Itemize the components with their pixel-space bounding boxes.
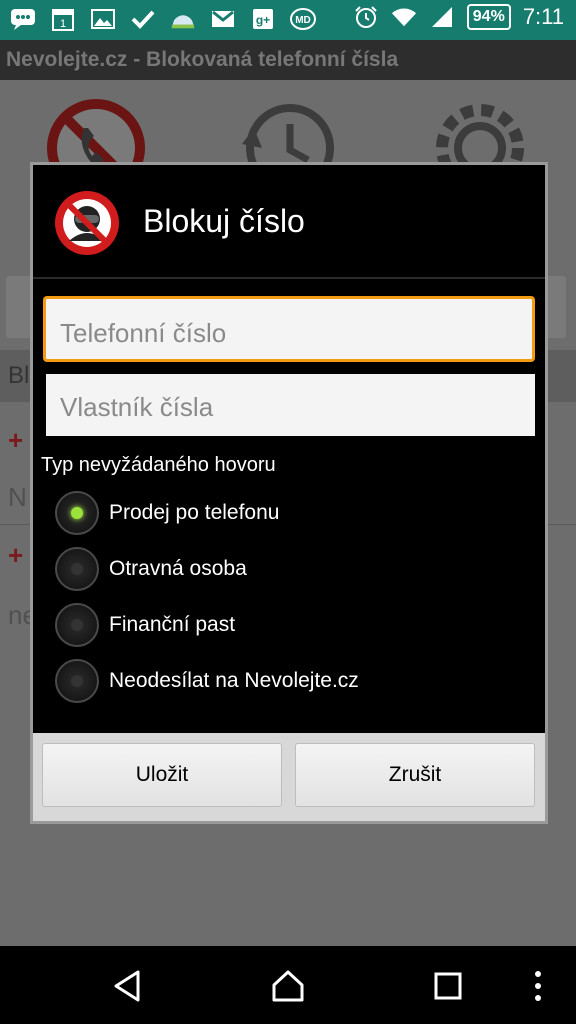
status-bar: 1 g+ MD 94% 7:11: [0, 0, 576, 40]
app-bar: Nevolejte.cz - Blokovaná telefonní čísla: [0, 40, 576, 80]
app-title: Nevolejte.cz - Blokovaná telefonní čísla: [6, 48, 399, 71]
google-plus-icon: g+: [250, 6, 276, 32]
chat-icon: [10, 6, 36, 32]
signal-icon: [429, 4, 455, 30]
radio-option-annoying-person[interactable]: Otravná osoba: [55, 543, 247, 595]
radio-label: Otravná osoba: [109, 557, 247, 580]
check-icon: [130, 6, 156, 32]
recent-apps-icon[interactable]: [430, 968, 466, 1004]
alarm-icon: [353, 4, 379, 30]
owner-input[interactable]: Vlastník čísla: [46, 374, 535, 436]
home-icon[interactable]: [270, 968, 306, 1004]
radio-button[interactable]: [55, 491, 99, 535]
image-icon: [90, 6, 116, 32]
radio-label: Neodesílat na Nevolejte.cz: [109, 669, 359, 692]
weather-icon: [170, 6, 196, 32]
wifi-icon: [391, 4, 417, 30]
back-icon[interactable]: [110, 968, 146, 1004]
owner-placeholder: Vlastník čísla: [60, 392, 214, 422]
app-logo-icon: [53, 189, 121, 257]
mydroid-icon: MD: [290, 6, 316, 32]
radio-button[interactable]: [55, 603, 99, 647]
cancel-button[interactable]: Zrušit: [295, 743, 535, 807]
calendar-icon: 1: [50, 6, 76, 32]
svg-text:1: 1: [60, 18, 66, 30]
dialog-header: Blokuj číslo: [33, 165, 545, 277]
save-button[interactable]: Uložit: [42, 743, 282, 807]
radio-option-do-not-send[interactable]: Neodesílat na Nevolejte.cz: [55, 655, 359, 707]
call-type-label: Typ nevyžádaného hovoru: [41, 454, 276, 476]
svg-text:g+: g+: [256, 13, 270, 27]
dialog-title: Blokuj číslo: [143, 203, 305, 239]
radio-button[interactable]: [55, 547, 99, 591]
radio-label: Prodej po telefonu: [109, 501, 280, 524]
navigation-bar: [0, 946, 576, 1024]
gmail-icon: [210, 6, 236, 32]
radio-option-financial-trap[interactable]: Finanční past: [55, 599, 235, 651]
clock: 7:11: [522, 4, 564, 29]
dialog-footer: Uložit Zrušit: [33, 733, 545, 821]
block-number-dialog: Blokuj číslo Telefonní číslo Vlastník čí…: [30, 162, 548, 824]
more-options-icon[interactable]: [528, 968, 548, 1004]
dialog-divider: [33, 277, 545, 279]
phone-number-placeholder: Telefonní číslo: [60, 318, 227, 348]
radio-label: Finanční past: [109, 613, 236, 636]
battery-indicator: 94%: [466, 4, 511, 30]
phone-number-input[interactable]: Telefonní číslo: [43, 296, 535, 362]
radio-option-telemarketing[interactable]: Prodej po telefonu: [55, 487, 279, 539]
radio-button[interactable]: [55, 659, 99, 703]
svg-text:MD: MD: [295, 15, 311, 26]
